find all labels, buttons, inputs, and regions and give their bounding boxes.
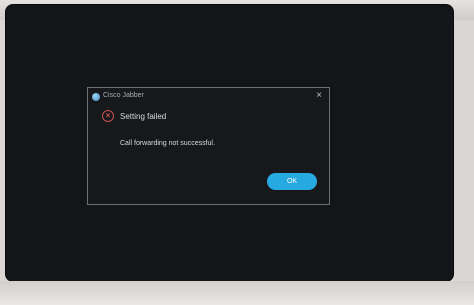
dialog-message: Call forwarding not successful. [120,140,215,147]
dialog-heading: Setting failed [120,112,167,121]
dialog-app-title: Cisco Jabber [103,92,144,99]
cisco-jabber-icon [92,93,100,101]
error-icon: × [102,110,114,122]
error-dialog: Cisco Jabber × × Setting failed Call for… [87,87,330,205]
dialog-titlebar: Cisco Jabber × [88,88,329,104]
ok-button[interactable]: OK [267,173,317,190]
monitor-bezel-bottom [0,281,474,305]
monitor-screen: Cisco Jabber × × Setting failed Call for… [6,5,453,281]
close-button[interactable]: × [313,90,325,102]
